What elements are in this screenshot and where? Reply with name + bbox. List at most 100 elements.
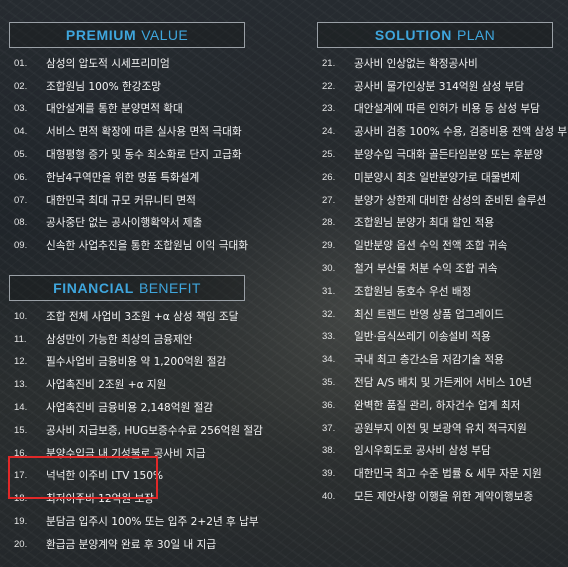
item-text: 신속한 사업추진을 통한 조합원님 이익 극대화 [46,240,249,253]
item-text: 공사비 인상없는 확정공사비 [354,57,478,70]
solution-list: 21. 공사비 인상없는 확정공사비 22. 공사비 물가인상분 314억원 삼성 … [322,52,568,508]
item-text: 모든 제안사항 이행을 위한 계약이행보증 [354,491,534,504]
financial-title-light: BENEFIT [138,280,201,296]
item-number: 22. [322,80,336,92]
solution-plan-header: SOLUTION PLAN [317,22,553,48]
premium-title-bold: PREMIUM [65,27,137,43]
list-item: 05. 대형평형 증가 및 동수 최소화로 단지 고급화 [14,143,248,166]
item-number: 26. [322,171,336,183]
list-item: 03. 대안설계를 통한 분양면적 확대 [14,98,248,121]
list-item: 31. 조합원님 동호수 우선 배정 [322,280,568,303]
list-item: 28. 조합원님 분양가 최대 할인 적용 [322,212,568,235]
item-number: 32. [322,308,336,320]
item-text: 일반분양 옵션 수익 전액 조합 귀속 [354,240,508,253]
item-text: 일반·음식쓰레기 이송설비 적용 [354,331,491,344]
item-number: 40. [322,491,336,503]
list-item: 36. 완벽한 품질 관리, 하자건수 업계 최저 [322,394,568,417]
list-item: 39. 대한민국 최고 수준 법률 & 세무 자문 지원 [322,462,568,485]
list-item: 07. 대한민국 최대 규모 커뮤니티 면적 [14,189,248,212]
item-number: 37. [322,422,336,434]
solution-title-bold: SOLUTION [374,27,452,43]
item-text: 대한민국 최대 규모 커뮤니티 면적 [46,194,196,207]
financial-benefit-header: FINANCIAL BENEFIT [9,275,245,301]
item-number: 35. [322,377,336,389]
list-item: 20. 환급금 분양계약 완료 후 30일 내 지급 [14,533,263,556]
item-number: 01. [14,57,28,69]
item-number: 21. [322,57,336,69]
item-number: 08. [14,217,28,229]
item-number: 29. [322,240,336,252]
item-number: 15. [14,424,28,436]
item-text: 환급금 분양계약 완료 후 30일 내 지급 [46,538,217,551]
item-text: 공사비 검증 100% 수용, 검증비용 전액 삼성 부담 [354,126,568,139]
list-item: 23. 대안설계에 따른 인허가 비용 등 삼성 부담 [322,98,568,121]
item-number: 13. [14,379,28,391]
item-number: 05. [14,149,28,161]
item-text: 조합원님 100% 한강조망 [46,80,161,93]
item-text: 임시우회도로 공사비 삼성 부담 [354,445,491,458]
list-item: 21. 공사비 인상없는 확정공사비 [322,52,568,75]
item-text: 분담금 입주시 100% 또는 입주 2+2년 후 납부 [46,516,259,529]
item-number: 27. [322,194,336,206]
list-item: 15. 공사비 지급보증, HUG보증수수료 256억원 절감 [14,419,263,442]
item-number: 39. [322,468,336,480]
item-number: 03. [14,103,28,115]
item-number: 04. [14,126,28,138]
item-text: 한남4구역만을 위한 명품 특화설계 [46,171,200,184]
financial-title-bold: FINANCIAL [53,280,134,296]
item-number: 24. [322,126,336,138]
premium-list: 01. 삼성의 압도적 시세프리미엄 02. 조합원님 100% 한강조망 03. 대… [14,52,248,257]
item-text: 조합 전체 사업비 3조원 +α 삼성 책임 조달 [46,310,239,323]
list-item: 04. 서비스 면적 확장에 따른 실사용 면적 극대화 [14,120,248,143]
list-item: 40. 모든 제안사항 이행을 위한 계약이행보증 [322,485,568,508]
list-item: 22. 공사비 물가인상분 314억원 삼성 부담 [322,75,568,98]
item-text: 조합원님 분양가 최대 할인 적용 [354,217,495,230]
item-number: 02. [14,80,28,92]
item-number: 06. [14,171,28,183]
item-text: 미분양시 최초 일반분양가로 대물변제 [354,171,521,184]
item-number: 30. [322,263,336,275]
list-item: 02. 조합원님 100% 한강조망 [14,75,248,98]
list-item: 32. 최신 트렌드 반영 상품 업그레이드 [322,303,568,326]
item-text: 대안설계를 통한 분양면적 확대 [46,103,183,116]
item-number: 11. [14,333,27,345]
item-number: 12. [14,356,28,368]
item-text: 조합원님 동호수 우선 배정 [354,285,472,298]
list-item: 30. 철거 부산물 처분 수익 조합 귀속 [322,257,568,280]
list-item: 24. 공사비 검증 100% 수용, 검증비용 전액 삼성 부담 [322,120,568,143]
item-text: 필수사업비 금융비용 약 1,200억원 절감 [46,356,227,369]
premium-title-light: VALUE [141,27,189,43]
list-item: 26. 미분양시 최초 일반분양가로 대물변제 [322,166,568,189]
list-item: 19. 분담금 입주시 100% 또는 입주 2+2년 후 납부 [14,510,263,533]
item-number: 36. [322,399,336,411]
list-item: 34. 국내 최고 층간소음 저감기술 적용 [322,348,568,371]
item-number: 14. [14,402,28,414]
item-number: 33. [322,331,336,343]
item-text: 분양가 상한제 대비한 삼성의 준비된 솔루션 [354,194,547,207]
premium-value-header: PREMIUM VALUE [9,22,245,48]
item-text: 삼성만이 가능한 최상의 금융제안 [46,333,193,346]
item-text: 공사중단 없는 공사이행확약서 제출 [46,217,203,230]
item-text: 공원부지 이전 및 보광역 유치 적극지원 [354,422,527,435]
item-number: 28. [322,217,336,229]
list-item: 13. 사업촉진비 2조원 +α 지원 [14,373,263,396]
item-number: 25. [322,149,336,161]
item-text: 사업촉진비 금융비용 2,148억원 절감 [46,402,214,415]
item-text: 삼성의 압도적 시세프리미엄 [46,57,170,70]
solution-title-light: PLAN [456,27,496,43]
list-item: 06. 한남4구역만을 위한 명품 특화설계 [14,166,248,189]
item-number: 10. [14,310,28,322]
item-number: 09. [14,240,28,252]
list-item: 09. 신속한 사업추진을 통한 조합원님 이익 극대화 [14,234,248,257]
item-text: 사업촉진비 2조원 +α 지원 [46,379,167,392]
item-number: 20. [14,538,28,550]
list-item: 11. 삼성만이 가능한 최상의 금융제안 [14,328,263,351]
item-text: 공사비 물가인상분 314억원 삼성 부담 [354,80,525,93]
financial-list: 10. 조합 전체 사업비 3조원 +α 삼성 책임 조달 11. 삼성만이 가능한… [14,305,263,556]
item-number: 31. [322,285,336,297]
list-item: 01. 삼성의 압도적 시세프리미엄 [14,52,248,75]
list-item: 12. 필수사업비 금융비용 약 1,200억원 절감 [14,351,263,374]
item-text: 완벽한 품질 관리, 하자건수 업계 최저 [354,399,521,412]
item-number: 34. [322,354,336,366]
item-text: 전담 A/S 배치 및 가든케어 서비스 10년 [354,377,532,390]
